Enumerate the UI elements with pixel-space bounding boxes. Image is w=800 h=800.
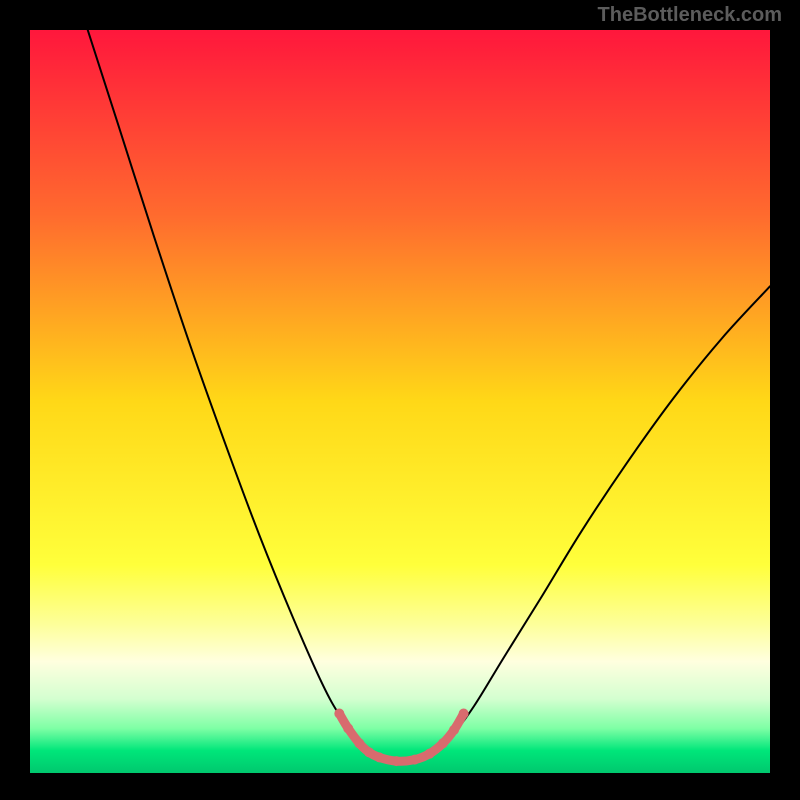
chart-plot-area [30, 30, 770, 773]
watermark-text: TheBottleneck.com [598, 4, 782, 27]
chart-background [30, 30, 770, 773]
chart-frame: TheBottleneck.com [0, 0, 800, 800]
chart-svg [30, 30, 770, 773]
